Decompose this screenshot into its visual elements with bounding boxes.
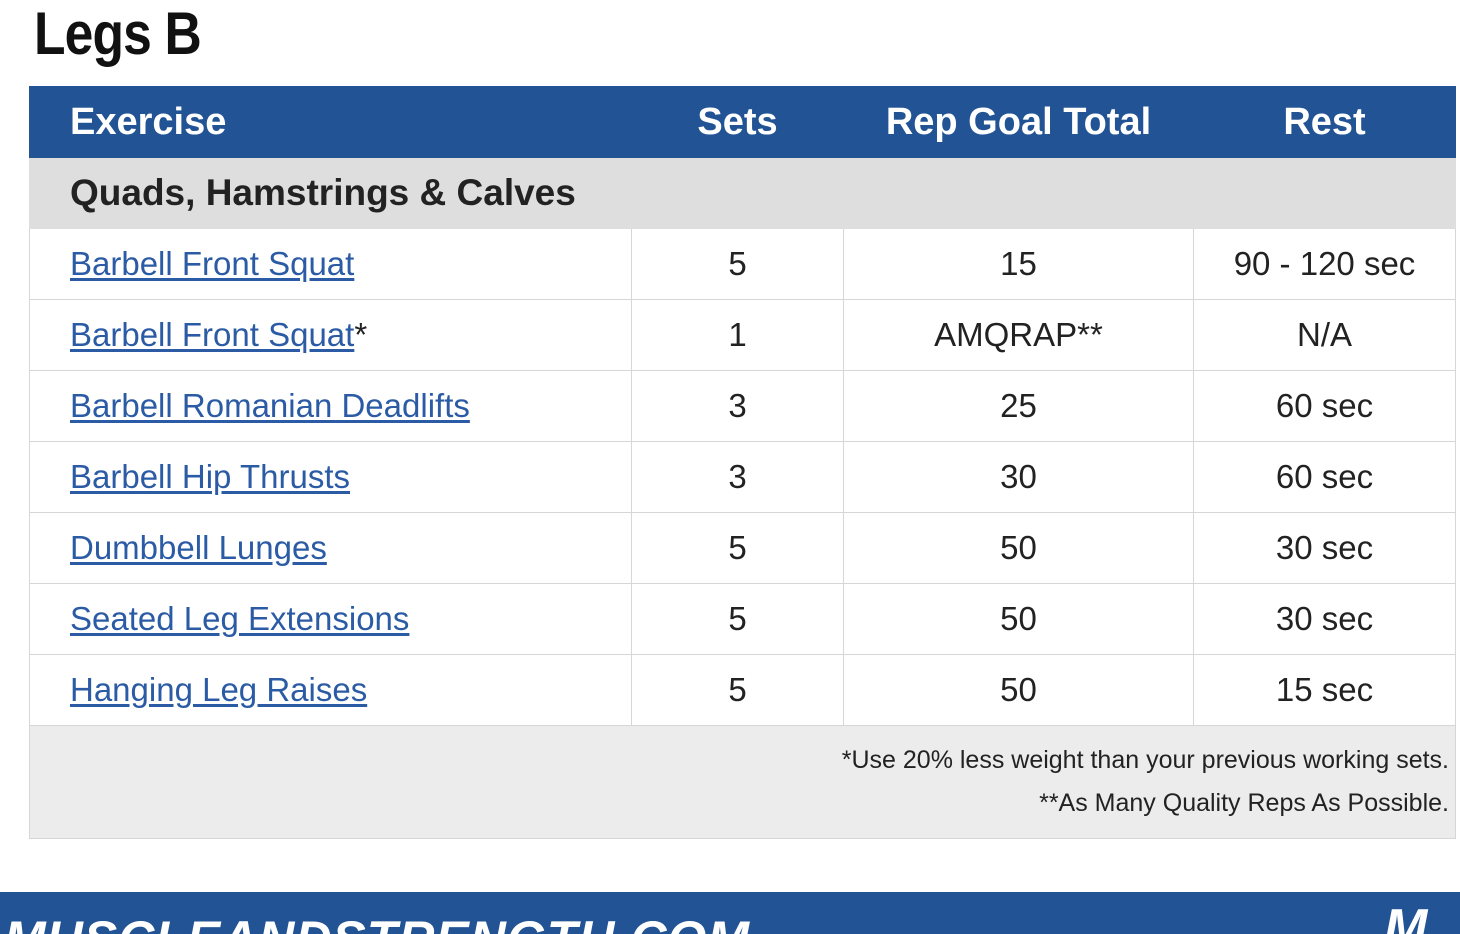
rest-cell: N/A — [1193, 299, 1456, 371]
header-sets: Sets — [631, 86, 844, 158]
footer-logo[interactable]: M — [1384, 902, 1427, 934]
sets-cell: 5 — [631, 583, 844, 655]
sets-cell: 5 — [631, 228, 844, 300]
exercise-cell: Dumbbell Lunges — [29, 512, 632, 584]
notes-row: *Use 20% less weight than your previous … — [29, 725, 1456, 839]
table-row: Seated Leg Extensions 5 50 30 sec — [29, 583, 1456, 655]
exercise-link[interactable]: Hanging Leg Raises — [70, 671, 367, 708]
reps-cell: 50 — [843, 583, 1194, 655]
table-row: Barbell Romanian Deadlifts 3 25 60 sec — [29, 370, 1456, 442]
sets-cell: 1 — [631, 299, 844, 371]
sets-cell: 5 — [631, 512, 844, 584]
header-rest: Rest — [1193, 86, 1456, 158]
exercise-link[interactable]: Barbell Front Squat — [70, 245, 354, 282]
exercise-cell: Barbell Hip Thrusts — [29, 441, 632, 513]
reps-cell: 50 — [843, 654, 1194, 726]
header-exercise: Exercise — [29, 86, 632, 158]
exercise-link[interactable]: Barbell Hip Thrusts — [70, 458, 350, 495]
sets-cell: 3 — [631, 441, 844, 513]
section-title: Quads, Hamstrings & Calves — [29, 157, 1456, 229]
footer-brand[interactable]: MUSCLEANDSTRENGTH.COM — [4, 914, 750, 934]
exercise-link[interactable]: Barbell Romanian Deadlifts — [70, 387, 470, 424]
footnote-text: *Use 20% less weight than your previous … — [841, 746, 1449, 774]
rest-cell: 60 sec — [1193, 370, 1456, 442]
rest-cell: 90 - 120 sec — [1193, 228, 1456, 300]
exercise-link[interactable]: Seated Leg Extensions — [70, 600, 409, 637]
footnote-text: **As Many Quality Reps As Possible. — [1039, 789, 1449, 817]
reps-cell: 50 — [843, 512, 1194, 584]
workout-table: Exercise Sets Rep Goal Total Rest Quads,… — [29, 86, 1456, 839]
reps-cell: AMQRAP** — [843, 299, 1194, 371]
exercise-cell: Barbell Front Squat* — [29, 299, 632, 371]
rest-cell: 60 sec — [1193, 441, 1456, 513]
exercise-cell: Barbell Front Squat — [29, 228, 632, 300]
exercise-link[interactable]: Barbell Front Squat — [70, 316, 354, 353]
table-row: Barbell Front Squat 5 15 90 - 120 sec — [29, 228, 1456, 300]
table-row: Barbell Front Squat* 1 AMQRAP** N/A — [29, 299, 1456, 371]
page-title: Legs B — [34, 0, 202, 67]
reps-cell: 15 — [843, 228, 1194, 300]
reps-cell: 25 — [843, 370, 1194, 442]
footer-bar: MUSCLEANDSTRENGTH.COM M — [0, 892, 1460, 934]
section-row: Quads, Hamstrings & Calves — [29, 157, 1456, 229]
exercise-link[interactable]: Dumbbell Lunges — [70, 529, 327, 566]
notes-cell: *Use 20% less weight than your previous … — [29, 725, 1456, 839]
sets-cell: 5 — [631, 654, 844, 726]
header-rep-goal-total: Rep Goal Total — [843, 86, 1194, 158]
reps-cell: 30 — [843, 441, 1194, 513]
sets-cell: 3 — [631, 370, 844, 442]
exercise-cell: Seated Leg Extensions — [29, 583, 632, 655]
table-row: Hanging Leg Raises 5 50 15 sec — [29, 654, 1456, 726]
rest-cell: 30 sec — [1193, 583, 1456, 655]
table-row: Barbell Hip Thrusts 3 30 60 sec — [29, 441, 1456, 513]
table-header-row: Exercise Sets Rep Goal Total Rest — [29, 86, 1456, 158]
footnote-marker: * — [354, 316, 368, 353]
rest-cell: 15 sec — [1193, 654, 1456, 726]
table-row: Dumbbell Lunges 5 50 30 sec — [29, 512, 1456, 584]
exercise-cell: Hanging Leg Raises — [29, 654, 632, 726]
rest-cell: 30 sec — [1193, 512, 1456, 584]
exercise-cell: Barbell Romanian Deadlifts — [29, 370, 632, 442]
